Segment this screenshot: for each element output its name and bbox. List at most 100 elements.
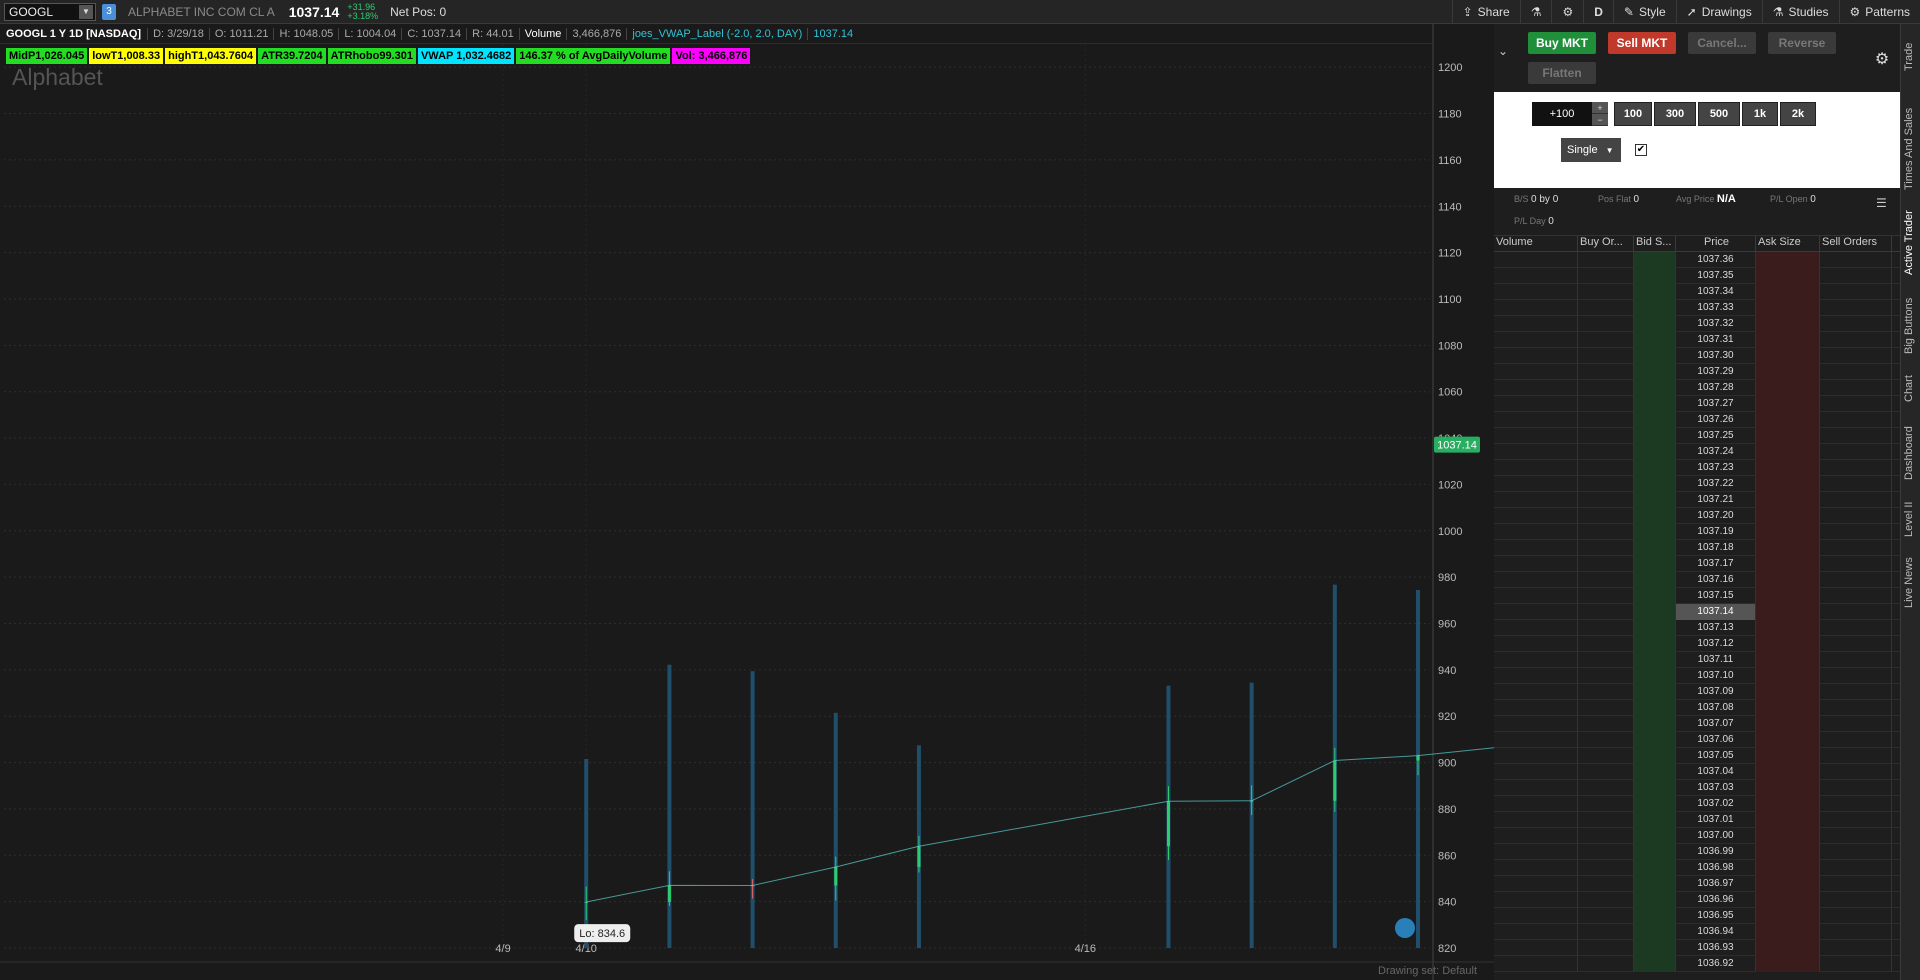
ladder-cell[interactable] (1578, 684, 1634, 700)
ladder-cell[interactable] (1756, 268, 1820, 284)
ladder-cell[interactable] (1820, 924, 1892, 940)
ladder-cell[interactable] (1634, 300, 1676, 316)
ladder-cell[interactable] (1494, 860, 1578, 876)
ladder-row[interactable]: 1037.05 (1494, 748, 1900, 764)
ladder-header-5[interactable]: Sell Orders (1820, 236, 1892, 252)
ladder-row[interactable]: 1036.93 (1494, 940, 1900, 956)
side-tab-trade[interactable]: Trade (1903, 28, 1919, 86)
ladder-cell[interactable] (1756, 700, 1820, 716)
ladder-cell[interactable] (1756, 604, 1820, 620)
qty-1k-button[interactable]: 1k (1742, 102, 1778, 126)
ladder-row[interactable]: 1037.23 (1494, 460, 1900, 476)
ladder-cell[interactable] (1756, 476, 1820, 492)
ladder-cell[interactable] (1820, 716, 1892, 732)
ladder-price[interactable]: 1037.03 (1676, 780, 1756, 796)
ladder-cell[interactable] (1578, 556, 1634, 572)
ladder-cell[interactable] (1756, 892, 1820, 908)
ladder-cell[interactable] (1820, 956, 1892, 972)
ladder-cell[interactable] (1634, 268, 1676, 284)
ladder-cell[interactable] (1756, 956, 1820, 972)
ladder-price[interactable]: 1036.99 (1676, 844, 1756, 860)
ladder-row[interactable]: 1037.00 (1494, 828, 1900, 844)
ladder-header-1[interactable]: Buy Or... (1578, 236, 1634, 252)
ladder-cell[interactable] (1578, 812, 1634, 828)
ladder-cell[interactable] (1634, 860, 1676, 876)
ladder-cell[interactable] (1494, 476, 1578, 492)
side-tab-level-ii[interactable]: Level II (1903, 496, 1919, 542)
ladder-cell[interactable] (1578, 268, 1634, 284)
ladder-cell[interactable] (1820, 540, 1892, 556)
ladder-cell[interactable] (1820, 524, 1892, 540)
ladder-row[interactable]: 1037.14 (1494, 604, 1900, 620)
ladder-cell[interactable] (1634, 828, 1676, 844)
ladder-row[interactable]: 1037.15 (1494, 588, 1900, 604)
ladder-cell[interactable] (1578, 380, 1634, 396)
ladder-cell[interactable] (1494, 284, 1578, 300)
ladder-header-4[interactable]: Ask Size (1756, 236, 1820, 252)
ladder-row[interactable]: 1037.02 (1494, 796, 1900, 812)
ladder-cell[interactable] (1820, 476, 1892, 492)
ladder-price[interactable]: 1037.31 (1676, 332, 1756, 348)
ladder-cell[interactable] (1634, 924, 1676, 940)
ladder-cell[interactable] (1634, 396, 1676, 412)
ladder-cell[interactable] (1494, 252, 1578, 268)
ladder-cell[interactable] (1756, 924, 1820, 940)
chevron-down-icon[interactable]: ▼ (79, 4, 93, 19)
ladder-cell[interactable] (1494, 492, 1578, 508)
ladder-row[interactable]: 1037.16 (1494, 572, 1900, 588)
ladder-cell[interactable] (1578, 332, 1634, 348)
ladder-price[interactable]: 1037.14 (1676, 604, 1756, 620)
ladder-cell[interactable] (1578, 316, 1634, 332)
ladder-cell[interactable] (1820, 892, 1892, 908)
ladder-price[interactable]: 1037.32 (1676, 316, 1756, 332)
plus-icon[interactable]: + (1592, 102, 1608, 114)
ladder-cell[interactable] (1756, 668, 1820, 684)
ladder-cell[interactable] (1756, 844, 1820, 860)
ladder-row[interactable]: 1037.20 (1494, 508, 1900, 524)
ladder-cell[interactable] (1820, 908, 1892, 924)
ladder-cell[interactable] (1494, 300, 1578, 316)
ladder-cell[interactable] (1494, 332, 1578, 348)
ladder-cell[interactable] (1820, 796, 1892, 812)
qty-100-button[interactable]: 100 (1614, 102, 1652, 126)
ladder-cell[interactable] (1820, 380, 1892, 396)
ladder-cell[interactable] (1634, 844, 1676, 860)
ladder-cell[interactable] (1820, 620, 1892, 636)
ladder-cell[interactable] (1820, 300, 1892, 316)
studies-button[interactable]: ⚗ Studies (1761, 0, 1839, 24)
ladder-cell[interactable] (1756, 748, 1820, 764)
ladder-cell[interactable] (1756, 364, 1820, 380)
ladder-price[interactable]: 1037.25 (1676, 428, 1756, 444)
ladder-cell[interactable] (1634, 588, 1676, 604)
ladder-cell[interactable] (1494, 460, 1578, 476)
ladder-cell[interactable] (1756, 812, 1820, 828)
ladder-cell[interactable] (1578, 524, 1634, 540)
ladder-price[interactable]: 1037.15 (1676, 588, 1756, 604)
ladder-header-0[interactable]: Volume (1494, 236, 1578, 252)
ladder-cell[interactable] (1820, 508, 1892, 524)
qty-300-button[interactable]: 300 (1654, 102, 1696, 126)
ladder-cell[interactable] (1578, 780, 1634, 796)
ladder-row[interactable]: 1037.21 (1494, 492, 1900, 508)
ladder-cell[interactable] (1634, 620, 1676, 636)
ladder-cell[interactable] (1578, 732, 1634, 748)
ladder-price[interactable]: 1037.12 (1676, 636, 1756, 652)
ladder-cell[interactable] (1578, 396, 1634, 412)
ladder-row[interactable]: 1037.22 (1494, 476, 1900, 492)
ladder-cell[interactable] (1634, 508, 1676, 524)
ladder-cell[interactable] (1756, 764, 1820, 780)
ladder-cell[interactable] (1634, 572, 1676, 588)
ladder-cell[interactable] (1494, 892, 1578, 908)
ladder-cell[interactable] (1578, 460, 1634, 476)
ladder-cell[interactable] (1634, 764, 1676, 780)
ladder-price[interactable]: 1036.93 (1676, 940, 1756, 956)
settings-button[interactable]: ⚙ (1551, 0, 1583, 24)
ladder-cell[interactable] (1578, 252, 1634, 268)
ladder-cell[interactable] (1756, 540, 1820, 556)
ladder-price[interactable]: 1037.27 (1676, 396, 1756, 412)
style-button[interactable]: ✎ Style (1612, 0, 1676, 24)
ladder-price[interactable]: 1037.10 (1676, 668, 1756, 684)
ladder-row[interactable]: 1037.10 (1494, 668, 1900, 684)
ladder-cell[interactable] (1756, 348, 1820, 364)
ladder-header-2[interactable]: Bid S... (1634, 236, 1676, 252)
